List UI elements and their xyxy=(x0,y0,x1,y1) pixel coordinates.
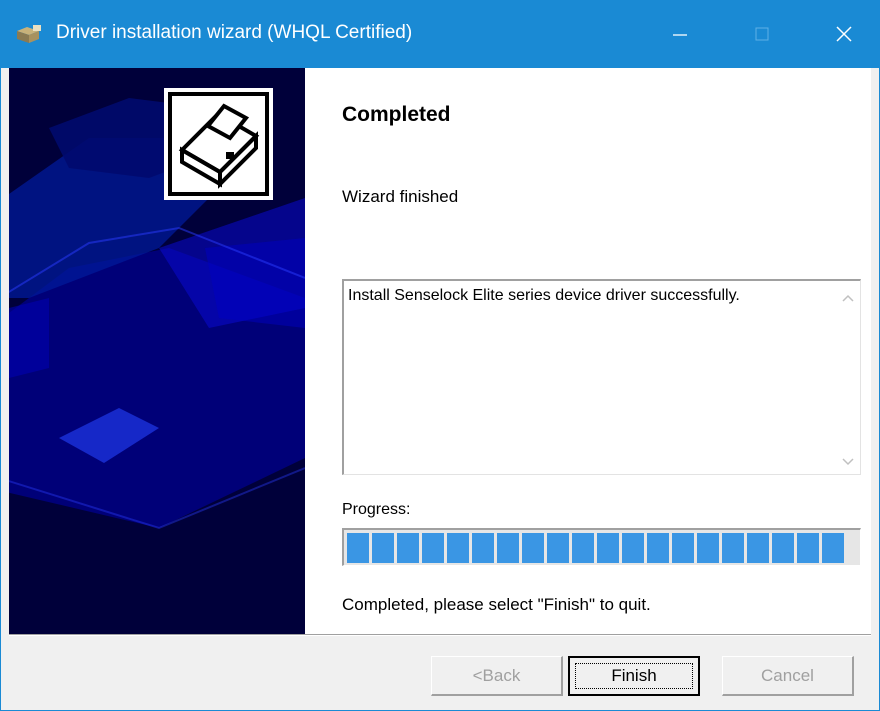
progress-segment xyxy=(597,533,619,563)
printer-icon xyxy=(168,92,269,196)
progress-segment xyxy=(747,533,769,563)
close-icon xyxy=(836,26,852,42)
close-button[interactable] xyxy=(813,1,875,68)
log-scrollbar[interactable] xyxy=(837,281,860,474)
window-title: Driver installation wizard (WHQL Certifi… xyxy=(56,22,413,43)
minimize-button[interactable] xyxy=(649,1,711,68)
wizard-content: Completed Wizard finished Install Sensel… xyxy=(9,68,871,634)
progress-segment xyxy=(447,533,469,563)
progress-segment xyxy=(772,533,794,563)
progress-segment xyxy=(647,533,669,563)
maximize-button xyxy=(731,1,793,68)
progress-label: Progress: xyxy=(342,501,411,518)
progress-segment xyxy=(397,533,419,563)
progress-segment xyxy=(672,533,694,563)
progress-segment xyxy=(622,533,644,563)
progress-segment xyxy=(472,533,494,563)
main-panel: Completed Wizard finished Install Sensel… xyxy=(305,68,871,634)
wizard-window: Driver installation wizard (WHQL Certifi… xyxy=(0,0,880,711)
progress-segment xyxy=(347,533,369,563)
progress-segment xyxy=(572,533,594,563)
install-log-textbox[interactable]: Install Senselock Elite series device dr… xyxy=(342,279,861,475)
progress-segment xyxy=(797,533,819,563)
status-message: Completed, please select "Finish" to qui… xyxy=(342,595,651,614)
side-banner xyxy=(9,68,305,634)
progress-bar xyxy=(342,528,861,566)
progress-segment xyxy=(722,533,744,563)
printer-badge xyxy=(164,88,273,200)
progress-segment xyxy=(822,533,844,563)
chevron-up-icon[interactable] xyxy=(842,294,854,302)
title-bar[interactable]: Driver installation wizard (WHQL Certifi… xyxy=(1,1,879,68)
install-log-text: Install Senselock Elite series device dr… xyxy=(348,287,740,304)
progress-fill xyxy=(347,533,858,563)
page-subtitle: Wizard finished xyxy=(342,187,459,206)
chevron-down-icon[interactable] xyxy=(842,458,854,466)
progress-segment xyxy=(522,533,544,563)
progress-segment xyxy=(497,533,519,563)
cancel-button[interactable]: Cancel xyxy=(722,656,854,696)
finish-button[interactable]: Finish xyxy=(568,656,700,696)
back-button[interactable]: <Back xyxy=(431,656,563,696)
minimize-icon xyxy=(673,34,687,36)
progress-segment xyxy=(372,533,394,563)
progress-segment xyxy=(422,533,444,563)
progress-segment xyxy=(697,533,719,563)
driver-app-icon xyxy=(15,23,43,45)
focus-ring xyxy=(575,663,693,689)
progress-segment xyxy=(547,533,569,563)
page-title: Completed xyxy=(342,103,451,126)
footer-divider xyxy=(9,634,871,636)
maximize-icon xyxy=(755,27,769,41)
